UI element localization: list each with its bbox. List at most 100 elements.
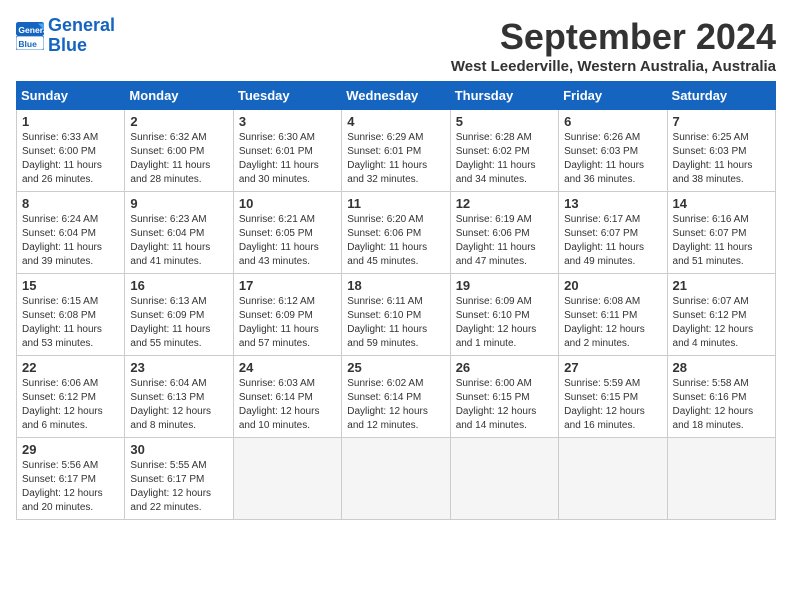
calendar-body: 1Sunrise: 6:33 AM Sunset: 6:00 PM Daylig… — [17, 110, 776, 520]
calendar-cell: 29Sunrise: 5:56 AM Sunset: 6:17 PM Dayli… — [17, 438, 125, 520]
cell-text: Sunrise: 5:59 AM Sunset: 6:15 PM Dayligh… — [564, 377, 661, 433]
day-number: 6 — [564, 114, 661, 129]
day-number: 9 — [130, 196, 227, 211]
calendar-cell: 7 Sunrise: 6:25 AM Sunset: 6:03 PM Daylig… — [667, 110, 775, 192]
cell-text: Sunrise: 6:00 AM Sunset: 6:15 PM Dayligh… — [456, 377, 553, 433]
cell-text: Sunrise: 6:30 AM Sunset: 6:01 PM Dayligh… — [239, 131, 336, 187]
cell-text: Sunrise: 6:04 AM Sunset: 6:13 PM Dayligh… — [130, 377, 227, 433]
cell-text: Sunrise: 5:58 AM Sunset: 6:16 PM Dayligh… — [673, 377, 770, 433]
cell-text: Sunrise: 6:08 AM Sunset: 6:11 PM Dayligh… — [564, 295, 661, 351]
day-number: 18 — [347, 278, 444, 293]
calendar-cell: 30Sunrise: 5:55 AM Sunset: 6:17 PM Dayli… — [125, 438, 233, 520]
cell-text: Sunrise: 6:25 AM Sunset: 6:03 PM Dayligh… — [673, 131, 770, 187]
calendar-cell: 13 Sunrise: 6:17 AM Sunset: 6:07 PM Dayli… — [559, 192, 667, 274]
day-number: 13 — [564, 196, 661, 211]
calendar-cell: 16 Sunrise: 6:13 AM Sunset: 6:09 PM Dayli… — [125, 274, 233, 356]
cell-text: Sunrise: 6:26 AM Sunset: 6:03 PM Dayligh… — [564, 131, 661, 187]
cell-text: Sunrise: 6:20 AM Sunset: 6:06 PM Dayligh… — [347, 213, 444, 269]
cell-text: Sunrise: 6:21 AM Sunset: 6:05 PM Dayligh… — [239, 213, 336, 269]
day-number: 25 — [347, 360, 444, 375]
svg-text:General: General — [18, 25, 44, 35]
weekday-header-monday: Monday — [125, 82, 233, 110]
cell-text: Sunrise: 6:28 AM Sunset: 6:02 PM Dayligh… — [456, 131, 553, 187]
cell-text: Sunrise: 6:32 AM Sunset: 6:00 PM Dayligh… — [130, 131, 227, 187]
calendar-cell: 4 Sunrise: 6:29 AM Sunset: 6:01 PM Daylig… — [342, 110, 450, 192]
day-number: 12 — [456, 196, 553, 211]
cell-text: Sunrise: 6:19 AM Sunset: 6:06 PM Dayligh… — [456, 213, 553, 269]
calendar-week-1: 1Sunrise: 6:33 AM Sunset: 6:00 PM Daylig… — [17, 110, 776, 192]
day-number: 17 — [239, 278, 336, 293]
day-number: 24 — [239, 360, 336, 375]
calendar-cell: 10 Sunrise: 6:21 AM Sunset: 6:05 PM Dayli… — [233, 192, 341, 274]
calendar-week-2: 8 Sunrise: 6:24 AM Sunset: 6:04 PM Daylig… — [17, 192, 776, 274]
cell-text: Sunrise: 6:24 AM Sunset: 6:04 PM Dayligh… — [22, 213, 119, 269]
day-number: 1 — [22, 114, 119, 129]
calendar-cell: 27Sunrise: 5:59 AM Sunset: 6:15 PM Dayli… — [559, 356, 667, 438]
cell-text: Sunrise: 6:03 AM Sunset: 6:14 PM Dayligh… — [239, 377, 336, 433]
day-number: 28 — [673, 360, 770, 375]
calendar-cell: 1Sunrise: 6:33 AM Sunset: 6:00 PM Daylig… — [17, 110, 125, 192]
calendar-cell — [559, 438, 667, 520]
calendar-cell: 2 Sunrise: 6:32 AM Sunset: 6:00 PM Daylig… — [125, 110, 233, 192]
calendar-cell: 5 Sunrise: 6:28 AM Sunset: 6:02 PM Daylig… — [450, 110, 558, 192]
calendar-cell — [233, 438, 341, 520]
day-number: 15 — [22, 278, 119, 293]
calendar-cell — [450, 438, 558, 520]
day-number: 10 — [239, 196, 336, 211]
weekday-header-tuesday: Tuesday — [233, 82, 341, 110]
page-header: General Blue General Blue September 2024… — [16, 16, 776, 75]
calendar-table: SundayMondayTuesdayWednesdayThursdayFrid… — [16, 81, 776, 520]
svg-text:Blue: Blue — [18, 39, 37, 49]
day-number: 5 — [456, 114, 553, 129]
day-number: 26 — [456, 360, 553, 375]
day-number: 16 — [130, 278, 227, 293]
cell-text: Sunrise: 6:16 AM Sunset: 6:07 PM Dayligh… — [673, 213, 770, 269]
calendar-cell: 8 Sunrise: 6:24 AM Sunset: 6:04 PM Daylig… — [17, 192, 125, 274]
day-number: 22 — [22, 360, 119, 375]
calendar-cell: 14 Sunrise: 6:16 AM Sunset: 6:07 PM Dayli… — [667, 192, 775, 274]
calendar-cell: 11Sunrise: 6:20 AM Sunset: 6:06 PM Dayli… — [342, 192, 450, 274]
month-title: September 2024 — [451, 16, 776, 58]
calendar-week-5: 29Sunrise: 5:56 AM Sunset: 6:17 PM Dayli… — [17, 438, 776, 520]
day-number: 21 — [673, 278, 770, 293]
calendar-cell: 9Sunrise: 6:23 AM Sunset: 6:04 PM Daylig… — [125, 192, 233, 274]
logo: General Blue General Blue — [16, 16, 115, 56]
calendar-cell: 18 Sunrise: 6:11 AM Sunset: 6:10 PM Dayli… — [342, 274, 450, 356]
cell-text: Sunrise: 5:55 AM Sunset: 6:17 PM Dayligh… — [130, 459, 227, 515]
calendar-cell: 25Sunrise: 6:02 AM Sunset: 6:14 PM Dayli… — [342, 356, 450, 438]
calendar-cell: 19 Sunrise: 6:09 AM Sunset: 6:10 PM Dayli… — [450, 274, 558, 356]
cell-text: Sunrise: 6:06 AM Sunset: 6:12 PM Dayligh… — [22, 377, 119, 433]
cell-text: Sunrise: 6:17 AM Sunset: 6:07 PM Dayligh… — [564, 213, 661, 269]
day-number: 4 — [347, 114, 444, 129]
logo-icon: General Blue — [16, 22, 44, 50]
weekday-header-friday: Friday — [559, 82, 667, 110]
calendar-cell: 22 Sunrise: 6:06 AM Sunset: 6:12 PM Dayli… — [17, 356, 125, 438]
cell-text: Sunrise: 6:11 AM Sunset: 6:10 PM Dayligh… — [347, 295, 444, 351]
day-number: 14 — [673, 196, 770, 211]
calendar-cell: 24 Sunrise: 6:03 AM Sunset: 6:14 PM Dayli… — [233, 356, 341, 438]
calendar-cell: 3Sunrise: 6:30 AM Sunset: 6:01 PM Daylig… — [233, 110, 341, 192]
calendar-cell — [667, 438, 775, 520]
day-number: 20 — [564, 278, 661, 293]
calendar-cell: 26 Sunrise: 6:00 AM Sunset: 6:15 PM Dayli… — [450, 356, 558, 438]
day-number: 7 — [673, 114, 770, 129]
day-number: 2 — [130, 114, 227, 129]
calendar-cell: 28 Sunrise: 5:58 AM Sunset: 6:16 PM Dayli… — [667, 356, 775, 438]
cell-text: Sunrise: 6:29 AM Sunset: 6:01 PM Dayligh… — [347, 131, 444, 187]
calendar-cell: 6 Sunrise: 6:26 AM Sunset: 6:03 PM Daylig… — [559, 110, 667, 192]
logo-text: General Blue — [48, 16, 115, 56]
calendar-cell: 17Sunrise: 6:12 AM Sunset: 6:09 PM Dayli… — [233, 274, 341, 356]
calendar-week-4: 22 Sunrise: 6:06 AM Sunset: 6:12 PM Dayli… — [17, 356, 776, 438]
calendar-header-row: SundayMondayTuesdayWednesdayThursdayFrid… — [17, 82, 776, 110]
day-number: 19 — [456, 278, 553, 293]
cell-text: Sunrise: 6:13 AM Sunset: 6:09 PM Dayligh… — [130, 295, 227, 351]
title-block: September 2024 West Leederville, Western… — [451, 16, 776, 75]
location: West Leederville, Western Australia, Aus… — [451, 58, 776, 75]
calendar-cell: 20 Sunrise: 6:08 AM Sunset: 6:11 PM Dayli… — [559, 274, 667, 356]
day-number: 23 — [130, 360, 227, 375]
day-number: 29 — [22, 442, 119, 457]
day-number: 8 — [22, 196, 119, 211]
calendar-cell — [342, 438, 450, 520]
cell-text: Sunrise: 6:07 AM Sunset: 6:12 PM Dayligh… — [673, 295, 770, 351]
cell-text: Sunrise: 6:09 AM Sunset: 6:10 PM Dayligh… — [456, 295, 553, 351]
